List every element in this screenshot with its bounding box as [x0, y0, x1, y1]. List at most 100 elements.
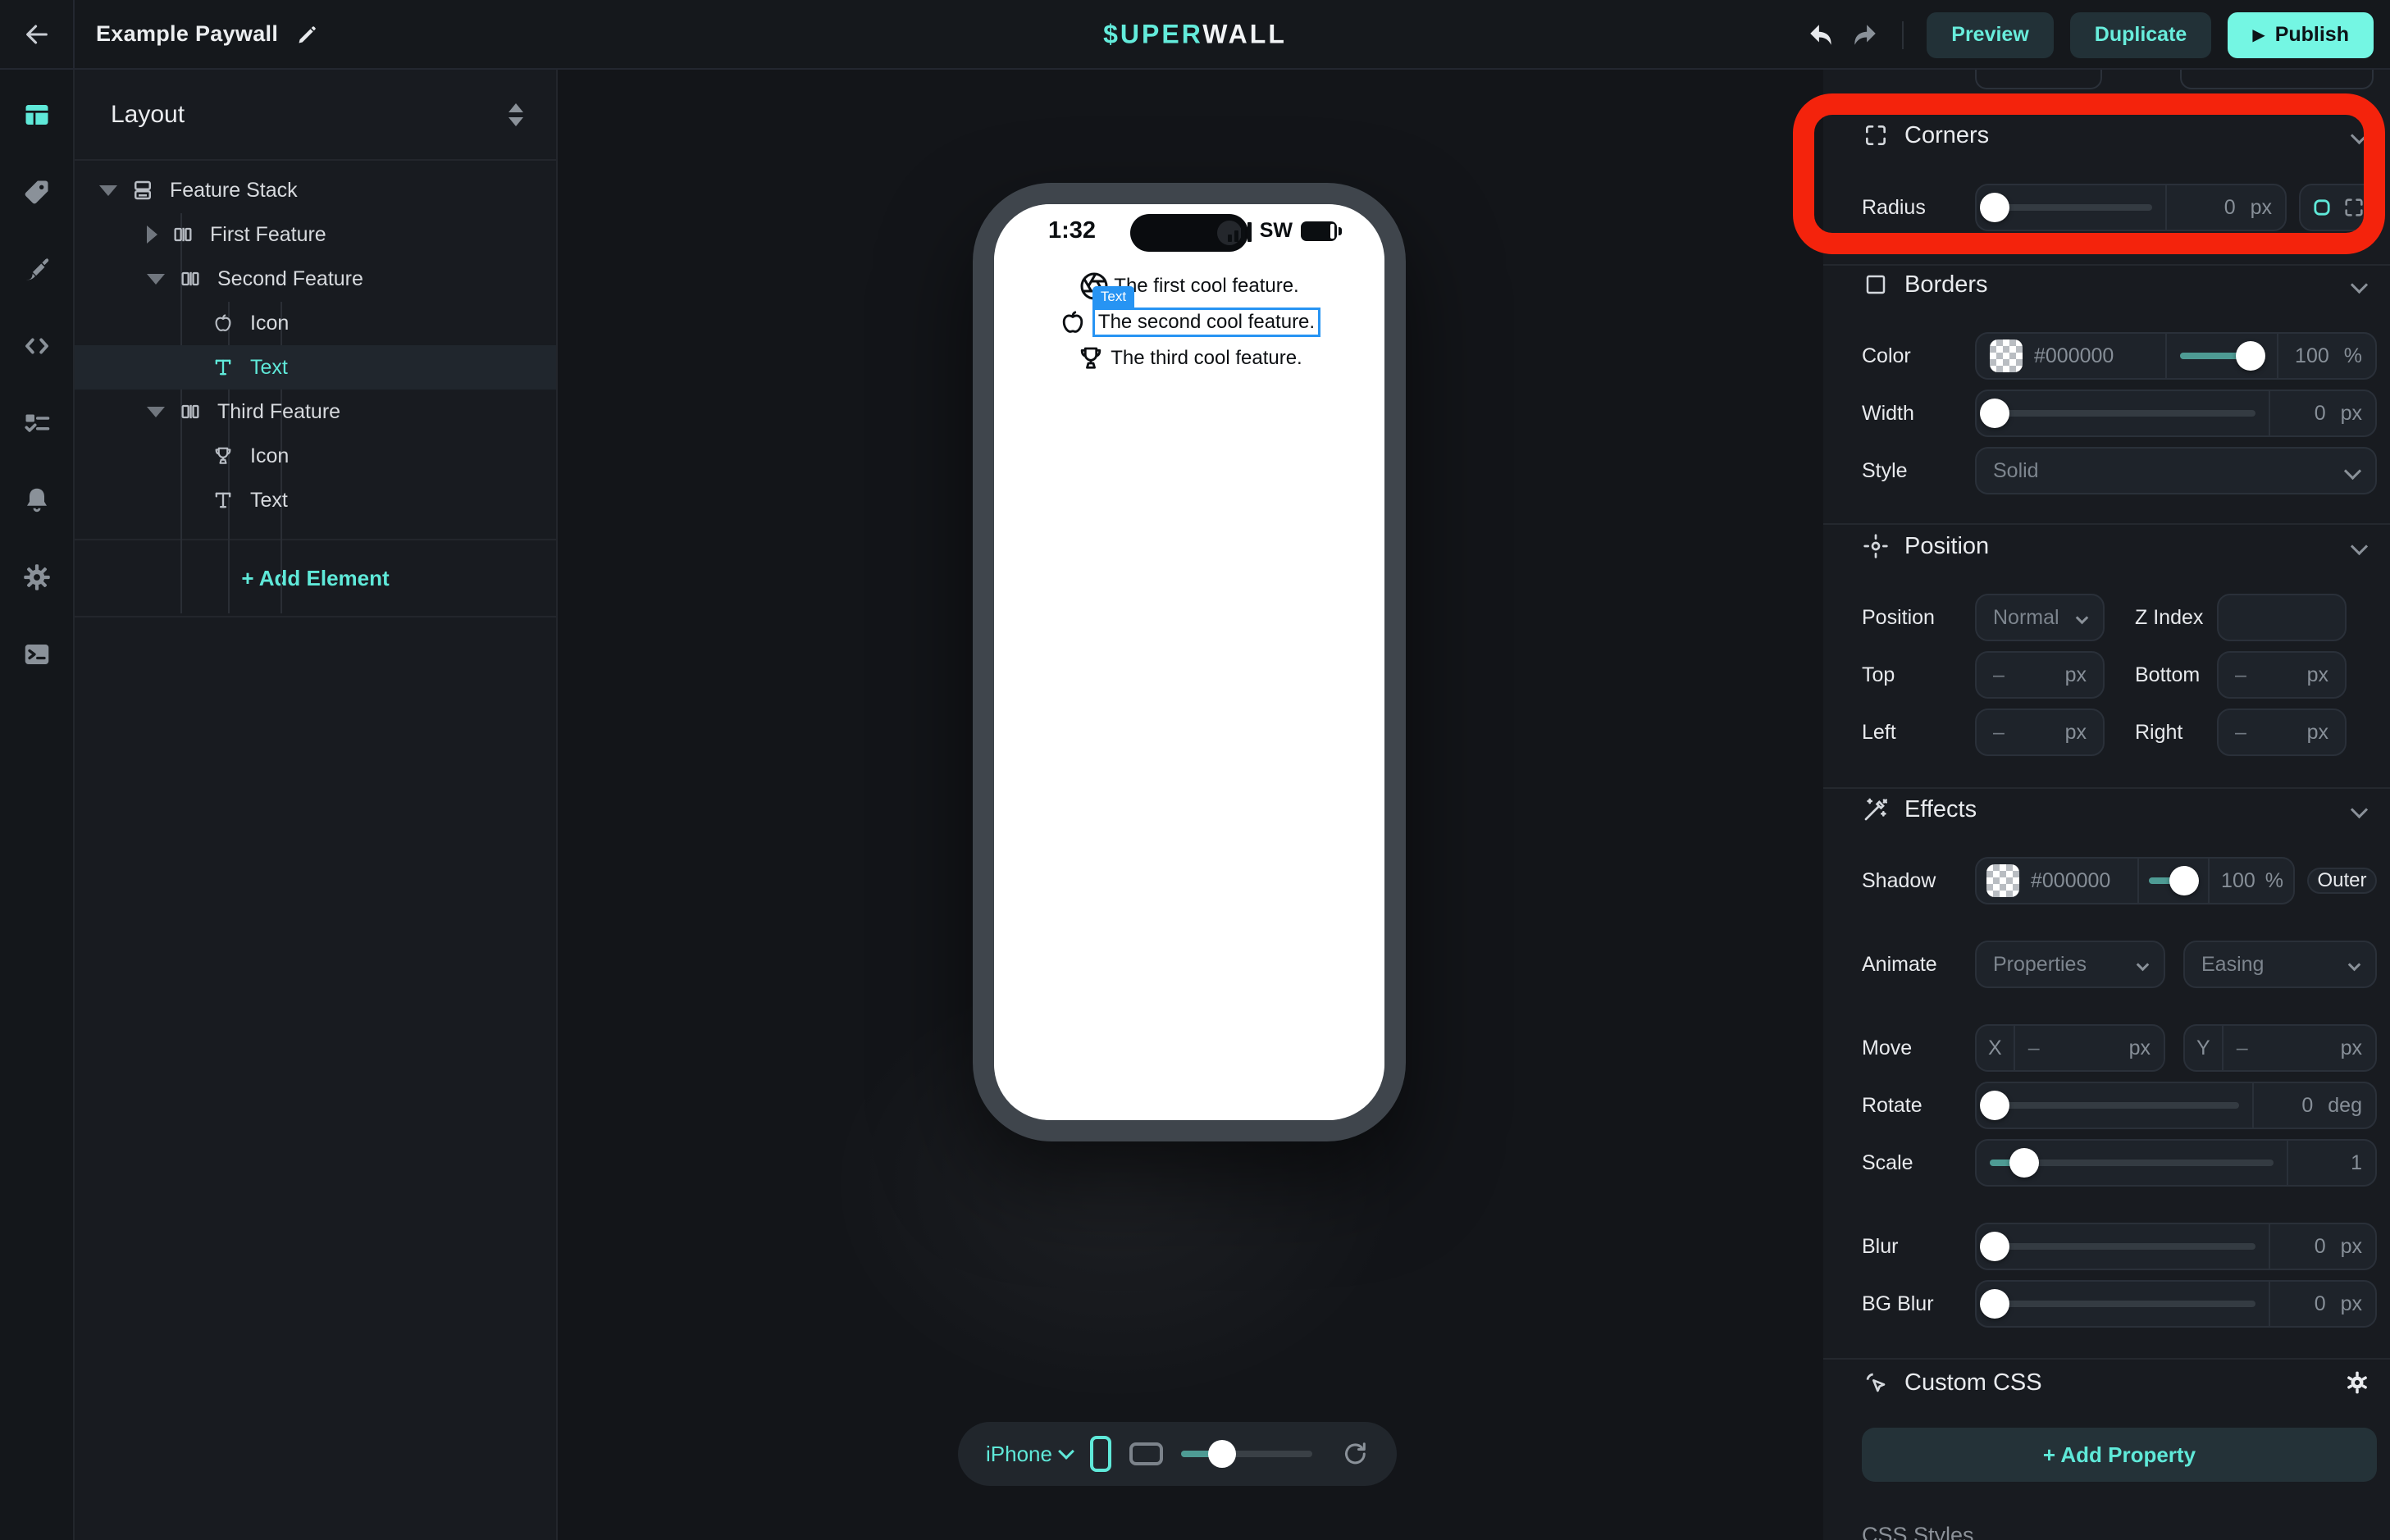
- back-button[interactable]: [0, 0, 75, 68]
- reset-zoom-icon[interactable]: [1342, 1439, 1369, 1469]
- color-swatch[interactable]: [1990, 339, 2023, 372]
- feature-row-selected[interactable]: Text The second cool feature.: [1058, 304, 1320, 340]
- publish-button[interactable]: ▶ Publish: [2228, 12, 2374, 58]
- chevron-down-icon[interactable]: [2351, 276, 2368, 293]
- blur-value-cell[interactable]: 0 px: [2269, 1224, 2375, 1269]
- position-section-header[interactable]: Position: [1862, 522, 2377, 570]
- preview-button[interactable]: Preview: [1927, 12, 2054, 58]
- blur-slider[interactable]: [1990, 1243, 2255, 1250]
- slider-thumb[interactable]: [1980, 399, 2009, 428]
- radius-each-corner-button[interactable]: [2342, 196, 2365, 219]
- document-title: Example Paywall: [96, 21, 278, 47]
- border-color-swatch-cell[interactable]: #000000: [1977, 334, 2165, 378]
- caret-down-icon[interactable]: [147, 274, 165, 285]
- shadow-color-swatch-cell[interactable]: #000000: [1977, 859, 2137, 903]
- rename-button[interactable]: [296, 23, 319, 46]
- effects-section-header[interactable]: Effects: [1862, 786, 2377, 833]
- bottom-input[interactable]: – px: [2217, 651, 2347, 699]
- rail-item-products[interactable]: [22, 177, 52, 207]
- redo-button[interactable]: [1851, 21, 1879, 49]
- slider-thumb[interactable]: [1980, 1232, 2009, 1261]
- tree-row-text-third[interactable]: Text: [75, 478, 556, 522]
- shadow-opacity-value-cell[interactable]: 100 %: [2208, 859, 2293, 903]
- border-opacity-slider[interactable]: [2180, 353, 2264, 359]
- rail-item-theme[interactable]: [22, 254, 52, 284]
- scale-slider[interactable]: [1990, 1160, 2274, 1166]
- tree-row-first-feature[interactable]: First Feature: [75, 212, 556, 257]
- radius-slider[interactable]: [1990, 204, 2152, 211]
- border-style-select[interactable]: Solid: [1975, 447, 2377, 494]
- top-input[interactable]: – px: [1975, 651, 2105, 699]
- tree-row-icon-second[interactable]: Icon: [75, 301, 556, 345]
- orientation-landscape-button[interactable]: [1129, 1442, 1163, 1465]
- move-x-input[interactable]: X – px: [1975, 1024, 2165, 1072]
- feature-text[interactable]: The first cool feature.: [1114, 275, 1298, 298]
- undo-button[interactable]: [1807, 21, 1835, 49]
- color-swatch[interactable]: [1986, 864, 2019, 897]
- rail-item-code[interactable]: [22, 331, 52, 361]
- rail-item-rules[interactable]: [22, 408, 52, 438]
- slider-thumb[interactable]: [1980, 193, 2009, 222]
- device-preview[interactable]: 1:32 SW The first cool feature.: [973, 183, 1406, 1141]
- bg-blur-value-cell[interactable]: 0 px: [2269, 1282, 2375, 1326]
- chevron-down-icon[interactable]: [2351, 537, 2368, 554]
- right-input[interactable]: – px: [2217, 708, 2347, 756]
- caret-down-icon[interactable]: [147, 407, 165, 417]
- slider-thumb[interactable]: [2009, 1148, 2039, 1178]
- add-element-button[interactable]: + Add Element: [75, 540, 556, 617]
- borders-section-header[interactable]: Borders: [1862, 261, 2377, 308]
- scale-value-cell[interactable]: 1: [2287, 1141, 2375, 1185]
- shadow-opacity-unit: %: [2265, 869, 2283, 893]
- bottom-value: –: [2235, 663, 2246, 687]
- css-settings-gear-icon[interactable]: [2344, 1369, 2370, 1396]
- radius-value-cell[interactable]: 0 px: [2165, 185, 2285, 230]
- orientation-portrait-button[interactable]: [1090, 1436, 1111, 1472]
- animate-properties-select[interactable]: Properties: [1975, 941, 2165, 988]
- shadow-mode-button[interactable]: Outer: [2307, 868, 2377, 894]
- rotate-value-cell[interactable]: 0 deg: [2252, 1083, 2375, 1128]
- device-screen[interactable]: 1:32 SW The first cool feature.: [994, 204, 1384, 1120]
- rotate-slider[interactable]: [1990, 1102, 2239, 1109]
- bg-blur-slider[interactable]: [1990, 1301, 2255, 1307]
- caret-right-icon[interactable]: [147, 226, 157, 244]
- selected-text-element[interactable]: Text The second cool feature.: [1092, 308, 1320, 337]
- slider-thumb[interactable]: [2236, 341, 2265, 371]
- border-width-slider[interactable]: [1990, 410, 2255, 417]
- tree-row-third-feature[interactable]: Third Feature: [75, 390, 556, 434]
- zindex-input[interactable]: [2217, 594, 2347, 641]
- border-width-value-cell[interactable]: 0 px: [2269, 391, 2375, 435]
- tree-row-text-second-selected[interactable]: Text: [75, 345, 556, 390]
- move-y-input[interactable]: Y – px: [2183, 1024, 2377, 1072]
- animate-easing-select[interactable]: Easing: [2183, 941, 2377, 988]
- tree-row-second-feature[interactable]: Second Feature: [75, 257, 556, 301]
- feature-text: The second cool feature.: [1098, 311, 1315, 333]
- feature-text[interactable]: The third cool feature.: [1111, 347, 1302, 370]
- tree-row-feature-stack[interactable]: Feature Stack: [75, 168, 556, 212]
- rail-item-notifications[interactable]: [22, 485, 52, 515]
- chevron-down-icon[interactable]: [2351, 800, 2368, 818]
- sort-icon[interactable]: [509, 103, 523, 126]
- add-property-button[interactable]: + Add Property: [1862, 1428, 2377, 1482]
- slider-thumb[interactable]: [2169, 866, 2199, 895]
- rail-item-console[interactable]: [22, 640, 52, 669]
- zoom-slider[interactable]: [1181, 1451, 1312, 1457]
- slider-thumb[interactable]: [1980, 1091, 2009, 1120]
- chevron-down-icon[interactable]: [2351, 126, 2368, 144]
- feature-row[interactable]: The third cool feature.: [1076, 340, 1302, 376]
- duplicate-button[interactable]: Duplicate: [2070, 12, 2212, 58]
- slider-thumb[interactable]: [1980, 1289, 2009, 1319]
- caret-down-icon[interactable]: [99, 185, 117, 196]
- position-mode-select[interactable]: Normal: [1975, 594, 2105, 641]
- rail-item-layout[interactable]: [22, 100, 52, 130]
- border-opacity-value-cell[interactable]: 100 %: [2277, 334, 2375, 378]
- radius-all-corners-button[interactable]: [2310, 196, 2333, 219]
- tree-row-icon-third[interactable]: Icon: [75, 434, 556, 478]
- left-input[interactable]: – px: [1975, 708, 2105, 756]
- canvas[interactable]: 1:32 SW The first cool feature.: [558, 70, 1823, 1540]
- custom-css-section-header[interactable]: Custom CSS: [1862, 1359, 2377, 1406]
- device-select[interactable]: iPhone: [986, 1442, 1072, 1467]
- corners-section-header[interactable]: Corners: [1862, 112, 2377, 159]
- rail-item-settings[interactable]: [22, 563, 52, 592]
- shadow-opacity-slider[interactable]: [2149, 877, 2198, 884]
- zoom-slider-thumb[interactable]: [1208, 1440, 1236, 1468]
